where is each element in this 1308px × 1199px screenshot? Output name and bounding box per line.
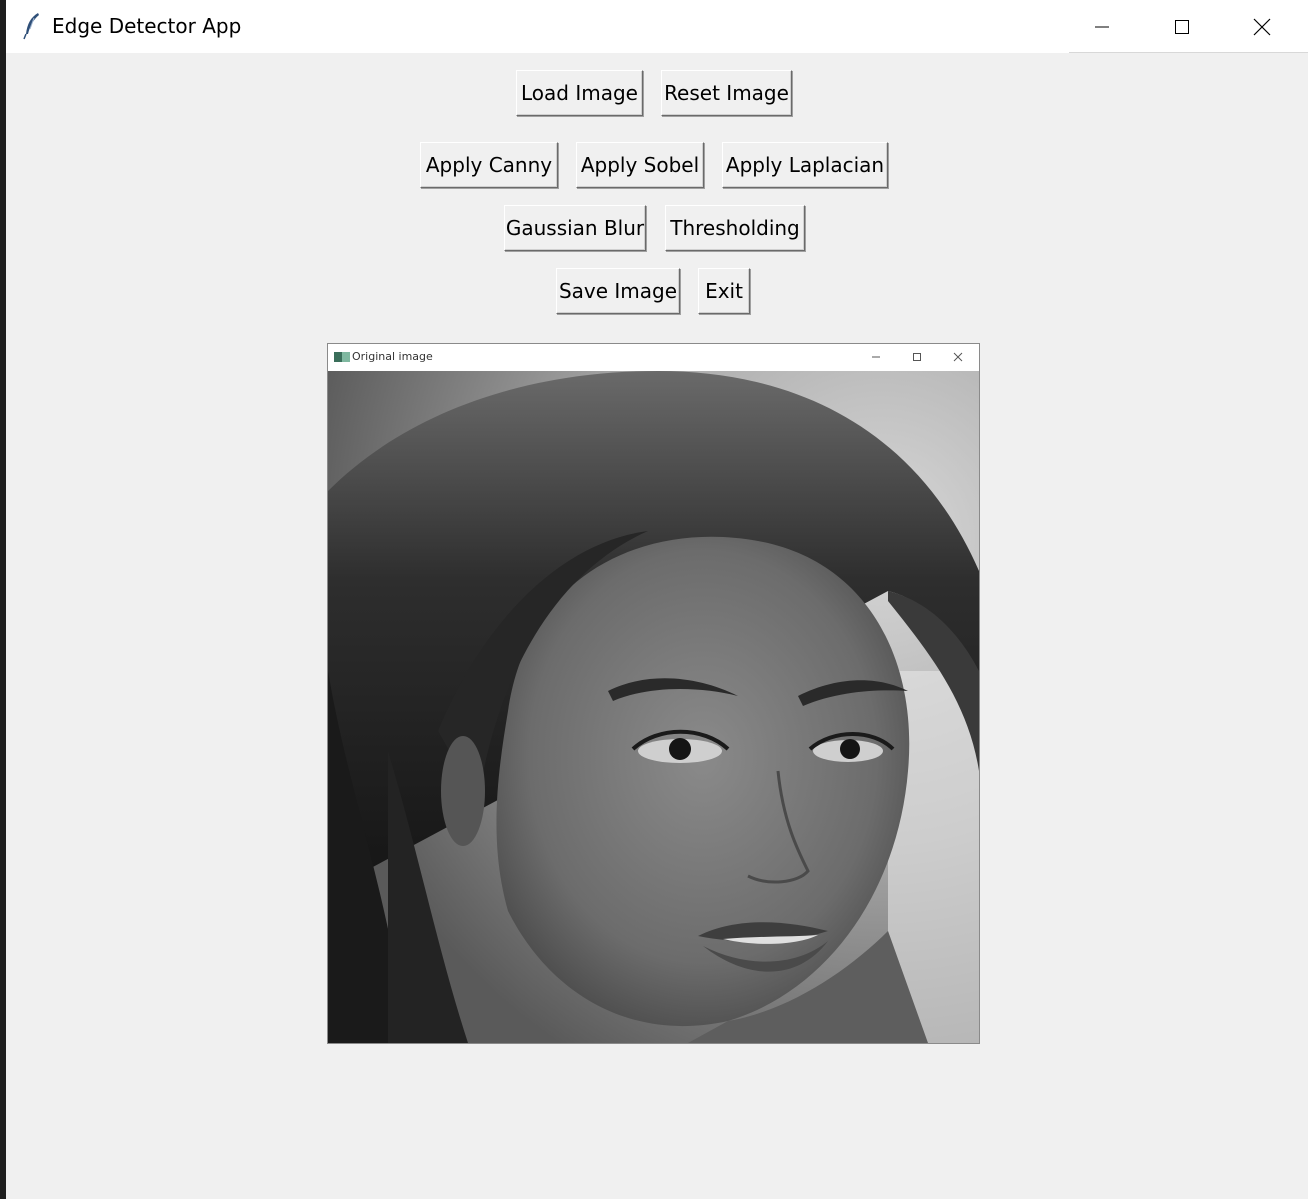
thresholding-button[interactable]: Thresholding: [665, 205, 805, 251]
image-window-title: Original image: [352, 350, 433, 363]
title-bar[interactable]: Edge Detector App: [6, 0, 1308, 53]
close-icon[interactable]: [952, 351, 964, 363]
app-window: Edge Detector App Load Image Reset Image…: [6, 0, 1308, 1199]
original-image-window[interactable]: Original image: [327, 343, 980, 1044]
maximize-icon[interactable]: [911, 351, 923, 363]
gaussian-blur-button[interactable]: Gaussian Blur: [504, 205, 646, 251]
title-divider: [1069, 52, 1308, 53]
exit-button[interactable]: Exit: [698, 268, 750, 314]
image-window-icon: [334, 352, 350, 362]
image-window-titlebar[interactable]: Original image: [328, 344, 979, 371]
apply-laplacian-button[interactable]: Apply Laplacian: [722, 142, 888, 188]
maximize-icon: [1175, 19, 1189, 34]
portrait-illustration: [328, 371, 979, 1043]
apply-canny-button[interactable]: Apply Canny: [420, 142, 558, 188]
close-icon: [1253, 18, 1271, 35]
apply-sobel-button[interactable]: Apply Sobel: [576, 142, 704, 188]
window-title: Edge Detector App: [52, 14, 242, 38]
portrait-image: [328, 371, 979, 1043]
maximize-button[interactable]: [1142, 0, 1222, 53]
save-image-button[interactable]: Save Image: [556, 268, 680, 314]
minimize-icon: [1095, 26, 1109, 27]
load-image-button[interactable]: Load Image: [516, 70, 643, 116]
minimize-icon[interactable]: [870, 351, 882, 363]
close-button[interactable]: [1222, 0, 1302, 53]
reset-image-button[interactable]: Reset Image: [661, 70, 792, 116]
feather-icon: [23, 13, 39, 40]
minimize-button[interactable]: [1062, 0, 1142, 53]
